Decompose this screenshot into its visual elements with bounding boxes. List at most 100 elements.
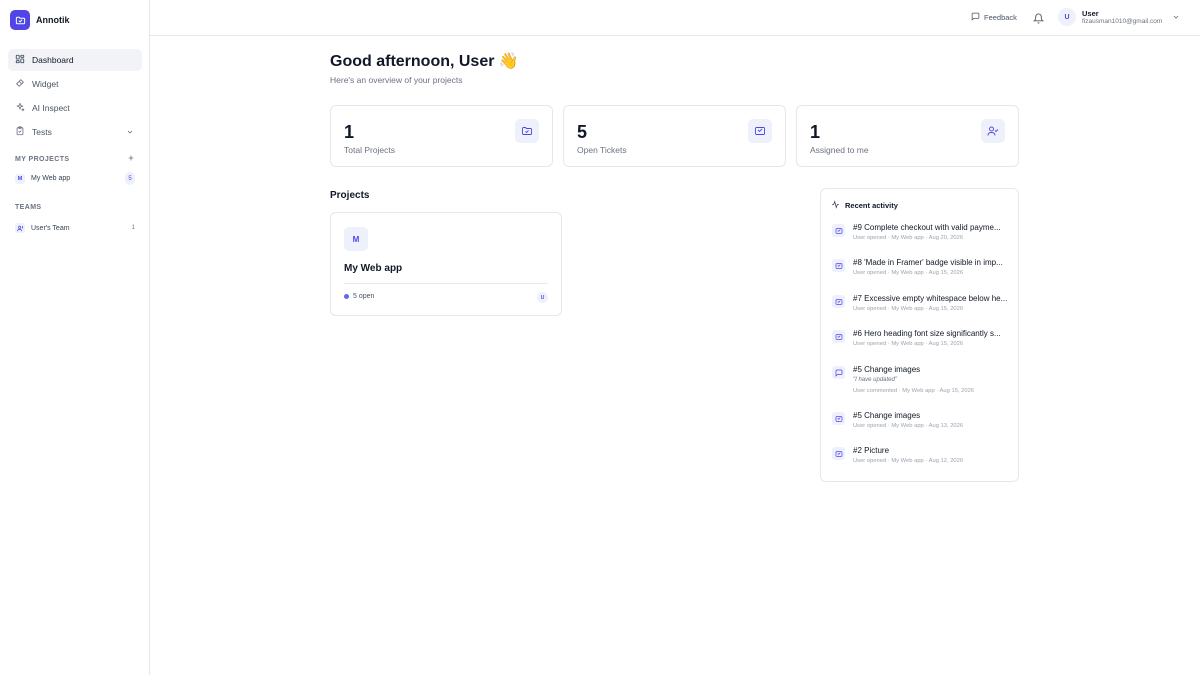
user-info: User fizausman1010@gmail.com [1082, 9, 1162, 26]
activity-title-text: #5 Change images [853, 365, 921, 374]
ticket-icon [832, 447, 845, 460]
dashboard-icon [15, 54, 25, 66]
stat-value: 5 [577, 122, 588, 142]
team-icon [15, 223, 25, 233]
sidebar-item-label: Widget [32, 79, 59, 89]
user-name: User [1082, 8, 1099, 18]
activity-item[interactable]: #9 Complete checkout with valid payme...… [832, 222, 1012, 244]
ticket-icon [832, 259, 845, 272]
activity-meta: User opened · My Web app · Aug 20, 2026 [853, 235, 964, 241]
activity-meta: User opened · My Web app · Aug 15, 2026 [853, 341, 964, 347]
project-status: 5 open [344, 293, 374, 300]
activity-item[interactable]: #6 Hero heading font size significantly … [832, 328, 1012, 350]
sidebar-project-label: My Web app [31, 175, 71, 182]
activity-header: Recent activity [831, 200, 898, 211]
sidebar-team-label: User's Team [31, 224, 70, 232]
activity-item[interactable]: #5 Change images "I have updated" User com… [832, 364, 1012, 397]
team-count: 1 [131, 225, 135, 231]
project-card-my-web-app[interactable]: M My Web app 5 open U [330, 212, 562, 316]
projects-heading: Projects [330, 190, 370, 201]
topbar: Feedback U User fizausman1010@gmail.com [150, 0, 1200, 36]
stat-value: 1 [810, 122, 821, 142]
plus-icon[interactable] [127, 154, 135, 164]
activity-title-text: #7 Excessive empty whitespace below he..… [853, 294, 1008, 303]
widget-icon [15, 78, 25, 90]
sidebar-item-widget[interactable]: Widget [8, 73, 142, 95]
stat-label: Assigned to me [810, 145, 869, 155]
sidebar-item-ai-inspect[interactable]: AI Inspect [8, 97, 142, 119]
activity-title-text: #8 'Made in Framer' badge visible in imp… [853, 258, 1003, 267]
activity-pulse-icon [831, 200, 840, 211]
wave-emoji: 👋 [498, 53, 519, 70]
my-projects-heading: MY PROJECTS [15, 154, 135, 164]
activity-meta: User commented · My Web app · Aug 15, 20… [853, 388, 975, 394]
status-dot-icon [344, 294, 349, 299]
user-menu[interactable]: U User fizausman1010@gmail.com [1058, 8, 1180, 26]
sidebar-team-users-team[interactable]: User's Team 1 [15, 222, 135, 234]
stat-label: Open Tickets [577, 145, 627, 155]
sparkles-icon [15, 102, 25, 114]
activity-item[interactable]: #2 Picture User opened · My Web app · Aug… [832, 445, 1012, 467]
project-name: My Web app [344, 263, 403, 274]
sidebar-item-label: Tests [32, 127, 52, 137]
project-open-count: 5 open [353, 293, 375, 300]
stat-value: 1 [344, 122, 355, 142]
activity-meta: User opened · My Web app · Aug 12, 2026 [853, 458, 964, 464]
recent-activity-panel: Recent activity #9 Complete checkout wit… [820, 188, 1019, 482]
greeting-text: Good afternoon, User [330, 53, 495, 70]
project-count-badge: 5 [125, 172, 135, 185]
chevron-down-icon [1172, 13, 1180, 21]
avatar: U [1058, 8, 1076, 26]
ticket-icon [832, 224, 845, 237]
activity-item[interactable]: #7 Excessive empty whitespace below he..… [832, 293, 1012, 315]
activity-title-text: #6 Hero heading font size significantly … [853, 329, 1001, 338]
activity-comment-quote: "I have updated" [853, 377, 897, 383]
bell-icon[interactable] [1032, 11, 1045, 29]
sidebar-item-tests[interactable]: Tests [8, 121, 142, 143]
project-avatar: M [344, 227, 368, 251]
sidebar-item-label: Dashboard [32, 55, 74, 65]
my-projects-label: MY PROJECTS [15, 155, 70, 163]
activity-meta: User opened · My Web app · Aug 13, 2026 [853, 423, 964, 429]
feedback-label: Feedback [984, 13, 1017, 22]
ticket-icon [832, 295, 845, 308]
activity-title-text: #9 Complete checkout with valid payme... [853, 223, 1001, 232]
chevron-down-icon[interactable] [126, 128, 134, 136]
ticket-icon [748, 119, 772, 143]
user-email: fizausman1010@gmail.com [1082, 17, 1163, 25]
sidebar-project-my-web-app[interactable]: M My Web app 5 [15, 172, 135, 185]
ticket-icon [832, 330, 845, 343]
activity-title-text: #5 Change images [853, 411, 921, 420]
ticket-icon [832, 412, 845, 425]
folder-logo-icon [10, 10, 30, 30]
teams-heading: TEAMS [15, 204, 135, 211]
page-subtitle: Here's an overview of your projects [330, 75, 463, 85]
message-square-icon [971, 12, 980, 23]
user-check-icon [981, 119, 1005, 143]
project-initial-badge: M [15, 173, 25, 184]
comment-icon [832, 366, 845, 379]
activity-title-text: #2 Picture [853, 446, 890, 455]
divider [344, 283, 548, 284]
member-avatar: U [537, 292, 548, 303]
stat-label: Total Projects [344, 145, 396, 155]
activity-meta: User opened · My Web app · Aug 15, 2026 [853, 270, 964, 276]
clipboard-icon [15, 126, 25, 138]
sidebar-item-dashboard[interactable]: Dashboard [8, 49, 142, 71]
page-title: Good afternoon, User 👋 [330, 51, 519, 71]
app-name: Annotik [36, 15, 70, 25]
stat-card-open-tickets[interactable]: 5 Open Tickets [563, 105, 786, 167]
brand[interactable]: Annotik [10, 10, 70, 30]
stat-card-assigned-to-me[interactable]: 1 Assigned to me [796, 105, 1019, 167]
sidebar-nav: Dashboard Widget AI Inspect Tests [8, 49, 142, 145]
activity-title: Recent activity [845, 201, 898, 210]
teams-label: TEAMS [15, 204, 42, 211]
sidebar: Annotik Dashboard Widget AI Inspect Test… [0, 0, 150, 675]
activity-meta: User opened · My Web app · Aug 15, 2026 [853, 306, 964, 312]
stat-card-total-projects[interactable]: 1 Total Projects [330, 105, 553, 167]
feedback-button[interactable]: Feedback [971, 12, 1017, 23]
activity-item[interactable]: #5 Change images User opened · My Web app… [832, 410, 1012, 432]
activity-item[interactable]: #8 'Made in Framer' badge visible in imp… [832, 257, 1012, 279]
sidebar-item-label: AI Inspect [32, 103, 70, 113]
folder-icon [515, 119, 539, 143]
